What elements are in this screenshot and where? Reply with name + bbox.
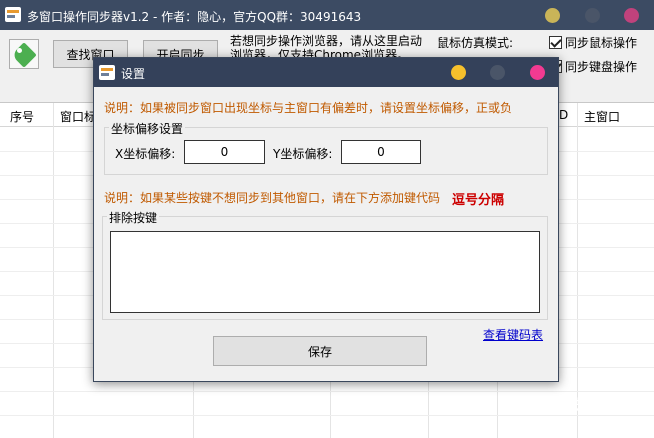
key-code-table-link[interactable]: 查看键码表 [483, 326, 543, 343]
sync-keyboard-checkbox[interactable]: 同步键盘操作 [549, 58, 637, 75]
x-offset-label: X坐标偏移: [115, 147, 176, 161]
dialog-minimize-button[interactable] [451, 65, 466, 80]
sync-mouse-check-icon[interactable] [549, 36, 562, 49]
column-header-index[interactable]: 序号 [10, 108, 34, 125]
exclude-note: 说明：如果某些按键不想同步到其他窗口，请在下方添加键代码 [104, 191, 441, 205]
exclude-keys-group-title: 排除按键 [107, 209, 160, 226]
mouse-mode-label: 鼠标仿真模式: [437, 36, 514, 50]
column-header-window-title[interactable]: 窗口标 [60, 108, 96, 125]
y-offset-label: Y坐标偏移: [273, 147, 333, 161]
dialog-titlebar[interactable]: 设置 [94, 58, 558, 87]
column-header-main-window[interactable]: 主窗口 [584, 108, 620, 125]
dialog-maximize-button[interactable] [490, 65, 505, 80]
exclude-keys-groupbox: 排除按键 [102, 209, 548, 320]
close-button[interactable] [624, 8, 639, 23]
minimize-button[interactable] [545, 8, 560, 23]
main-titlebar: 多窗口操作同步器v1.2 - 作者：隐心，官方QQ群：30491643 [0, 0, 654, 30]
dialog-title: 设置 [121, 67, 146, 81]
app-icon [5, 7, 21, 22]
watermark: 我爱破解 [534, 396, 599, 415]
column-header-id[interactable]: D [559, 108, 568, 122]
sync-keyboard-label: 同步键盘操作 [565, 60, 638, 74]
offset-note: 说明：如果被同步窗口出现坐标与主窗口有偏差时，请设置坐标偏移，正或负 [104, 101, 513, 115]
tag-icon[interactable] [9, 39, 39, 69]
offset-group-title: 坐标偏移设置 [109, 120, 186, 137]
maximize-button[interactable] [585, 8, 600, 23]
sync-mouse-checkbox[interactable]: 同步鼠标操作 [549, 34, 637, 51]
sync-mouse-label: 同步鼠标操作 [565, 36, 638, 50]
offset-groupbox: 坐标偏移设置 X坐标偏移: Y坐标偏移: [104, 120, 548, 175]
exclude-keys-textarea[interactable] [110, 231, 540, 313]
main-window-title: 多窗口操作同步器v1.2 - 作者：隐心，官方QQ群：30491643 [27, 10, 362, 24]
tag-icon-hole [17, 48, 22, 53]
dialog-close-button[interactable] [530, 65, 545, 80]
settings-dialog: 设置 说明：如果被同步窗口出现坐标与主窗口有偏差时，请设置坐标偏移，正或负 坐标… [93, 57, 559, 382]
x-offset-input[interactable] [184, 140, 265, 164]
dialog-app-icon [99, 65, 115, 80]
save-button[interactable]: 保存 [213, 336, 427, 366]
tag-icon-shape [11, 42, 37, 68]
exclude-note-emphasis: 逗号分隔 [452, 193, 505, 208]
y-offset-input[interactable] [341, 140, 421, 164]
